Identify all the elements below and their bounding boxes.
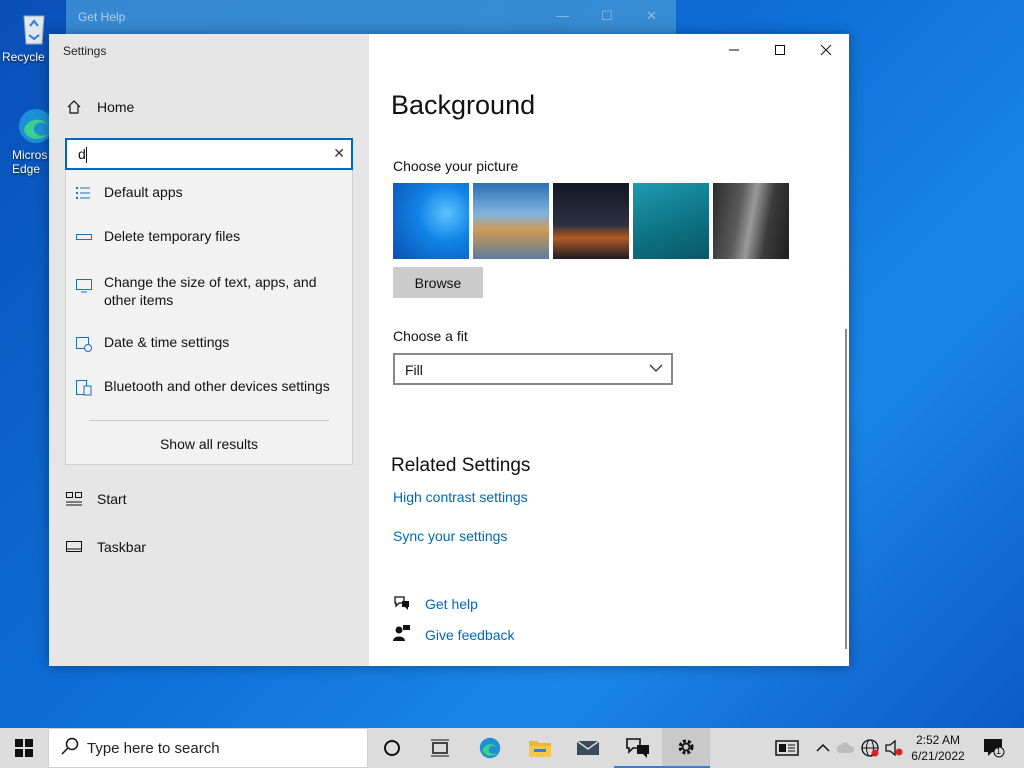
nav-start-label: Start	[97, 491, 127, 507]
give-feedback-label: Give feedback	[425, 626, 515, 643]
file-explorer-button[interactable]	[516, 728, 564, 768]
suggestion-label: Delete temporary files	[104, 228, 241, 244]
task-view-icon	[431, 739, 449, 757]
taskbar-edge-button[interactable]	[466, 728, 514, 768]
volume-muted-icon[interactable]	[884, 738, 904, 758]
picture-thumb-windows[interactable]	[393, 183, 469, 259]
get-help-icon	[626, 738, 649, 758]
browse-button[interactable]: Browse	[393, 267, 483, 298]
fit-select[interactable]: Fill	[393, 353, 673, 385]
divider	[89, 420, 329, 421]
page-title: Background	[391, 90, 536, 120]
suggestion-label: Change the size of text, apps, and other…	[104, 274, 317, 308]
close-button[interactable]	[803, 34, 849, 66]
get-help-icon	[393, 594, 411, 613]
news-icon[interactable]	[775, 738, 799, 758]
picture-choices	[393, 183, 789, 259]
taskbar-icon	[65, 538, 83, 556]
related-settings-heading: Related Settings	[391, 455, 531, 476]
nav-start[interactable]: Start	[65, 490, 127, 508]
clock[interactable]: 2:52 AM 6/21/2022	[908, 732, 968, 764]
suggestion-label: Default apps	[104, 184, 183, 200]
notification-icon	[984, 739, 1005, 758]
suggestion-delete-temp-files[interactable]: Delete temporary files	[76, 228, 344, 247]
minimize-button[interactable]	[711, 34, 757, 66]
edge-icon	[479, 737, 501, 759]
search-suggestions: Default apps Delete temporary files Chan…	[65, 170, 353, 465]
maximize-icon	[775, 45, 785, 55]
default-apps-icon	[76, 184, 94, 203]
minimize-icon[interactable]: —	[556, 8, 569, 23]
get-help-taskbar-button[interactable]	[614, 728, 662, 768]
text-caret	[86, 147, 87, 163]
picture-thumb-cliff[interactable]	[713, 183, 789, 259]
suggestion-default-apps[interactable]: Default apps	[76, 184, 344, 203]
taskbar-search-box[interactable]: Type here to search	[48, 728, 368, 768]
window-title: Get Help	[78, 10, 126, 24]
high-contrast-link[interactable]: High contrast settings	[393, 489, 528, 505]
notifications-button[interactable]: 1	[982, 738, 1006, 758]
network-icon[interactable]	[860, 738, 880, 758]
suggestion-date-time[interactable]: Date & time settings	[76, 334, 344, 355]
clear-search-icon[interactable]: ✕	[333, 145, 345, 162]
suggestion-text-size[interactable]: Change the size of text, apps, and other…	[76, 273, 344, 309]
mail-button[interactable]	[564, 728, 612, 768]
sync-settings-link[interactable]: Sync your settings	[393, 528, 507, 544]
close-icon	[820, 44, 832, 56]
folder-icon	[529, 741, 551, 757]
chevron-down-icon	[649, 361, 663, 380]
give-feedback-link[interactable]: Give feedback	[393, 625, 515, 644]
picture-thumb-night-sky[interactable]	[553, 183, 629, 259]
clock-time: 2:52 AM	[915, 733, 961, 747]
devices-icon	[76, 378, 94, 399]
chevron-up-icon[interactable]	[813, 738, 833, 758]
recycle-bin-icon	[14, 8, 54, 48]
search-icon	[61, 737, 79, 760]
storage-icon	[76, 228, 94, 247]
start-button[interactable]	[0, 728, 48, 768]
suggestion-label: Bluetooth and other devices settings	[104, 378, 330, 394]
cortana-button[interactable]	[368, 728, 416, 768]
get-help-label: Get help	[425, 595, 478, 612]
settings-window: Settings Home d ✕ Default apps Delete te…	[49, 34, 849, 666]
settings-search-input[interactable]: d ✕	[65, 138, 353, 170]
clock-date: 6/21/2022	[911, 749, 965, 763]
mail-icon	[576, 740, 600, 755]
settings-taskbar-button[interactable]	[662, 728, 710, 768]
close-icon[interactable]: ✕	[646, 8, 657, 24]
choose-picture-label: Choose your picture	[393, 158, 519, 174]
windows-logo-icon	[15, 739, 33, 757]
gear-icon	[678, 739, 694, 755]
notification-count-badge: 1	[996, 746, 1002, 756]
cortana-icon	[384, 740, 400, 756]
get-help-link[interactable]: Get help	[393, 594, 478, 613]
picture-thumb-underwater[interactable]	[633, 183, 709, 259]
picture-thumb-beach[interactable]	[473, 183, 549, 259]
task-view-button[interactable]	[416, 728, 464, 768]
maximize-icon[interactable]: ☐	[601, 8, 613, 24]
search-placeholder: Type here to search	[87, 739, 220, 757]
window-title: Settings	[63, 44, 107, 58]
scrollbar[interactable]	[845, 329, 847, 649]
cloud-icon[interactable]	[836, 738, 856, 758]
suggestion-bluetooth[interactable]: Bluetooth and other devices settings	[76, 378, 344, 399]
feedback-icon	[393, 625, 411, 644]
nav-taskbar-label: Taskbar	[97, 539, 147, 555]
nav-home[interactable]: Home	[65, 98, 134, 116]
get-help-window[interactable]: Get Help — ☐ ✕	[66, 0, 676, 34]
search-value: d	[78, 146, 86, 162]
choose-fit-label: Choose a fit	[393, 328, 468, 344]
nav-taskbar[interactable]: Taskbar	[65, 538, 146, 556]
fit-select-value: Fill	[405, 362, 423, 378]
show-all-results-button[interactable]: Show all results	[66, 436, 352, 452]
nav-home-label: Home	[97, 99, 135, 115]
display-icon	[76, 273, 94, 309]
calendar-clock-icon	[76, 334, 94, 355]
taskbar: Type here to search 2:52 AM 6/21/2022 1	[0, 728, 1024, 768]
home-icon	[65, 98, 83, 116]
suggestion-label: Date & time settings	[104, 334, 230, 350]
minimize-icon	[729, 49, 739, 51]
maximize-button[interactable]	[757, 34, 803, 66]
start-icon	[65, 490, 83, 508]
